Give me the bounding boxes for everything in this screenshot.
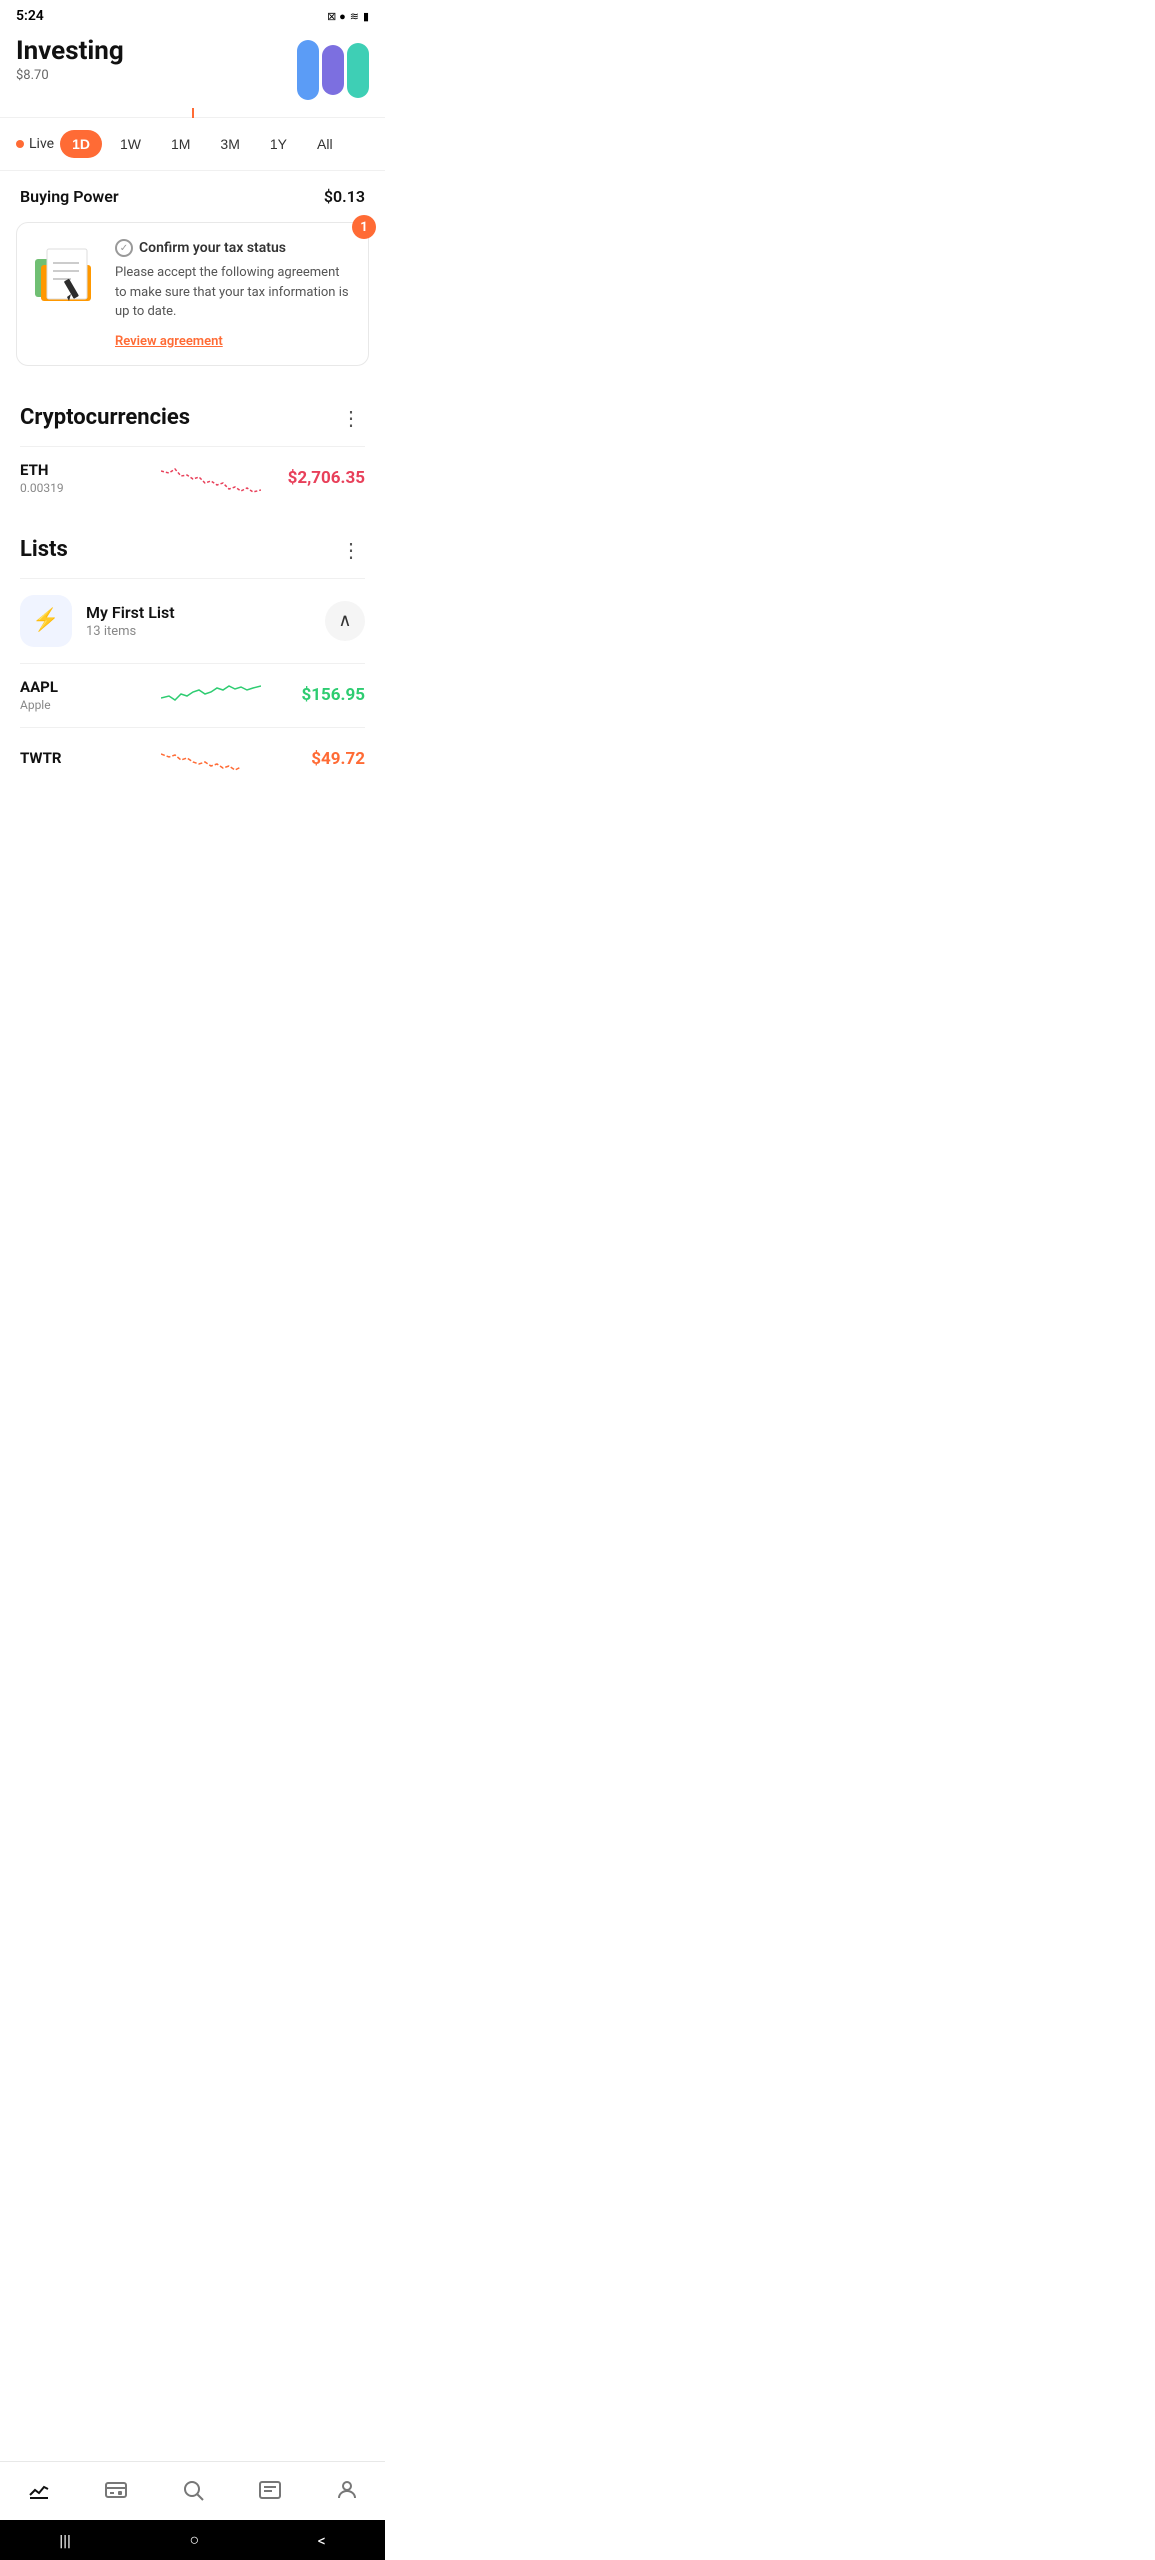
eth-asset-row[interactable]: ETH 0.00319 $2,706.35 (20, 446, 365, 510)
buying-power-value: $0.13 (324, 187, 365, 206)
twtr-symbol: TWTR (20, 749, 148, 767)
chart-marker (192, 108, 194, 118)
live-dot-icon (16, 140, 24, 148)
aapl-symbol: AAPL (20, 678, 148, 696)
alert-title-text: Confirm your tax status (139, 240, 286, 256)
eth-price: $2,706.35 (275, 468, 365, 488)
list-item-count: 13 items (86, 624, 325, 639)
aapl-price-value: $156.95 (302, 685, 365, 705)
buying-power-label: Buying Power (20, 187, 119, 206)
lists-section-header: Lists ⋮ (20, 518, 365, 578)
search-nav-icon (181, 2478, 205, 2508)
twtr-price: $49.72 (275, 749, 365, 769)
signal-icon: ⊠ ● (327, 10, 346, 23)
twtr-sparkline (161, 742, 261, 777)
wifi-icon: ≋ (350, 10, 359, 23)
aapl-sparkline (161, 678, 261, 713)
list-lightning-icon: ⚡ (20, 595, 72, 647)
crypto-section-title: Cryptocurrencies (20, 405, 190, 430)
filter-1y[interactable]: 1Y (258, 130, 299, 158)
aapl-company: Apple (20, 698, 148, 712)
bottom-navigation (0, 2461, 385, 2520)
eth-price-value: $2,706.35 (288, 468, 365, 488)
list-text-info: My First List 13 items (86, 603, 325, 639)
filter-all[interactable]: All (305, 130, 345, 158)
twtr-asset-row[interactable]: TWTR $49.72 (20, 727, 365, 791)
header-text: Investing $8.70 (16, 36, 124, 83)
aapl-asset-row[interactable]: AAPL Apple $156.95 (20, 663, 365, 727)
twtr-info: TWTR (20, 749, 148, 769)
my-first-list-row[interactable]: ⚡ My First List 13 items ∧ (20, 578, 365, 663)
alert-body-text: Please accept the following agreement to… (115, 263, 352, 322)
filter-3m[interactable]: 3M (208, 130, 251, 158)
filter-1d[interactable]: 1D (60, 130, 102, 158)
twtr-chart (148, 742, 276, 777)
eth-symbol: ETH (20, 461, 148, 479)
aapl-chart (148, 678, 276, 713)
alert-text-content: ✓ Confirm your tax status Please accept … (115, 239, 352, 349)
alert-header-row: ✓ Confirm your tax status (115, 239, 352, 257)
nav-messages[interactable] (242, 2474, 298, 2512)
live-label: Live (29, 136, 54, 152)
live-filter[interactable]: Live (16, 136, 54, 152)
tax-doc-svg (33, 239, 103, 309)
eth-sparkline (161, 461, 261, 496)
messages-nav-icon (258, 2478, 282, 2508)
nav-cards[interactable] (88, 2474, 144, 2512)
android-recent-btn[interactable]: ||| (51, 2523, 79, 2558)
portfolio-value: $8.70 (16, 68, 124, 83)
lists-section-title: Lists (20, 537, 68, 562)
avatar-bars (297, 40, 369, 100)
status-time: 5:24 (16, 8, 44, 24)
nav-search[interactable] (165, 2474, 221, 2512)
android-nav-bar: ||| ○ < (0, 2520, 385, 2560)
android-back-btn[interactable]: < (310, 2523, 334, 2558)
crypto-more-button[interactable]: ⋮ (337, 402, 365, 434)
filter-1w[interactable]: 1W (108, 130, 153, 158)
avatar-bar-blue (297, 40, 319, 100)
page-title: Investing (16, 36, 124, 66)
alert-badge: 1 (352, 215, 376, 239)
review-agreement-link[interactable]: Review agreement (115, 334, 223, 349)
aapl-price: $156.95 (275, 685, 365, 705)
page-header: Investing $8.70 (0, 28, 385, 108)
tax-alert-card[interactable]: ✓ Confirm your tax status Please accept … (16, 222, 369, 366)
buying-power-row: Buying Power $0.13 (0, 171, 385, 222)
tax-doc-illustration (33, 239, 103, 309)
list-expand-button[interactable]: ∧ (325, 601, 365, 641)
nav-profile[interactable] (319, 2474, 375, 2512)
avatar-bar-teal (347, 43, 369, 98)
eth-info: ETH 0.00319 (20, 461, 148, 495)
filter-1m[interactable]: 1M (159, 130, 202, 158)
investing-nav-icon (27, 2478, 51, 2508)
avatar-bar-purple (322, 45, 344, 95)
portfolio-chart[interactable] (0, 108, 385, 118)
aapl-info: AAPL Apple (20, 678, 148, 712)
status-bar: 5:24 ⊠ ● ≋ ▮ (0, 0, 385, 28)
android-home-btn[interactable]: ○ (181, 2522, 207, 2558)
cryptocurrencies-section: Cryptocurrencies ⋮ ETH 0.00319 $2,706.35 (0, 386, 385, 510)
nav-investing[interactable] (11, 2474, 67, 2512)
crypto-section-header: Cryptocurrencies ⋮ (20, 386, 365, 446)
eth-amount: 0.00319 (20, 481, 148, 495)
eth-chart (148, 461, 276, 496)
battery-icon: ▮ (363, 10, 369, 23)
lists-section: Lists ⋮ ⚡ My First List 13 items ∧ AAPL … (0, 518, 385, 791)
confirm-icon: ✓ (115, 239, 133, 257)
list-name-label: My First List (86, 603, 325, 622)
profile-nav-icon (335, 2478, 359, 2508)
cards-nav-icon (104, 2478, 128, 2508)
lists-more-button[interactable]: ⋮ (337, 534, 365, 566)
twtr-price-value: $49.72 (311, 749, 365, 769)
time-filter-bar: Live 1D 1W 1M 3M 1Y All (0, 118, 385, 171)
chevron-up-icon: ∧ (338, 610, 351, 631)
status-icons: ⊠ ● ≋ ▮ (327, 10, 369, 23)
